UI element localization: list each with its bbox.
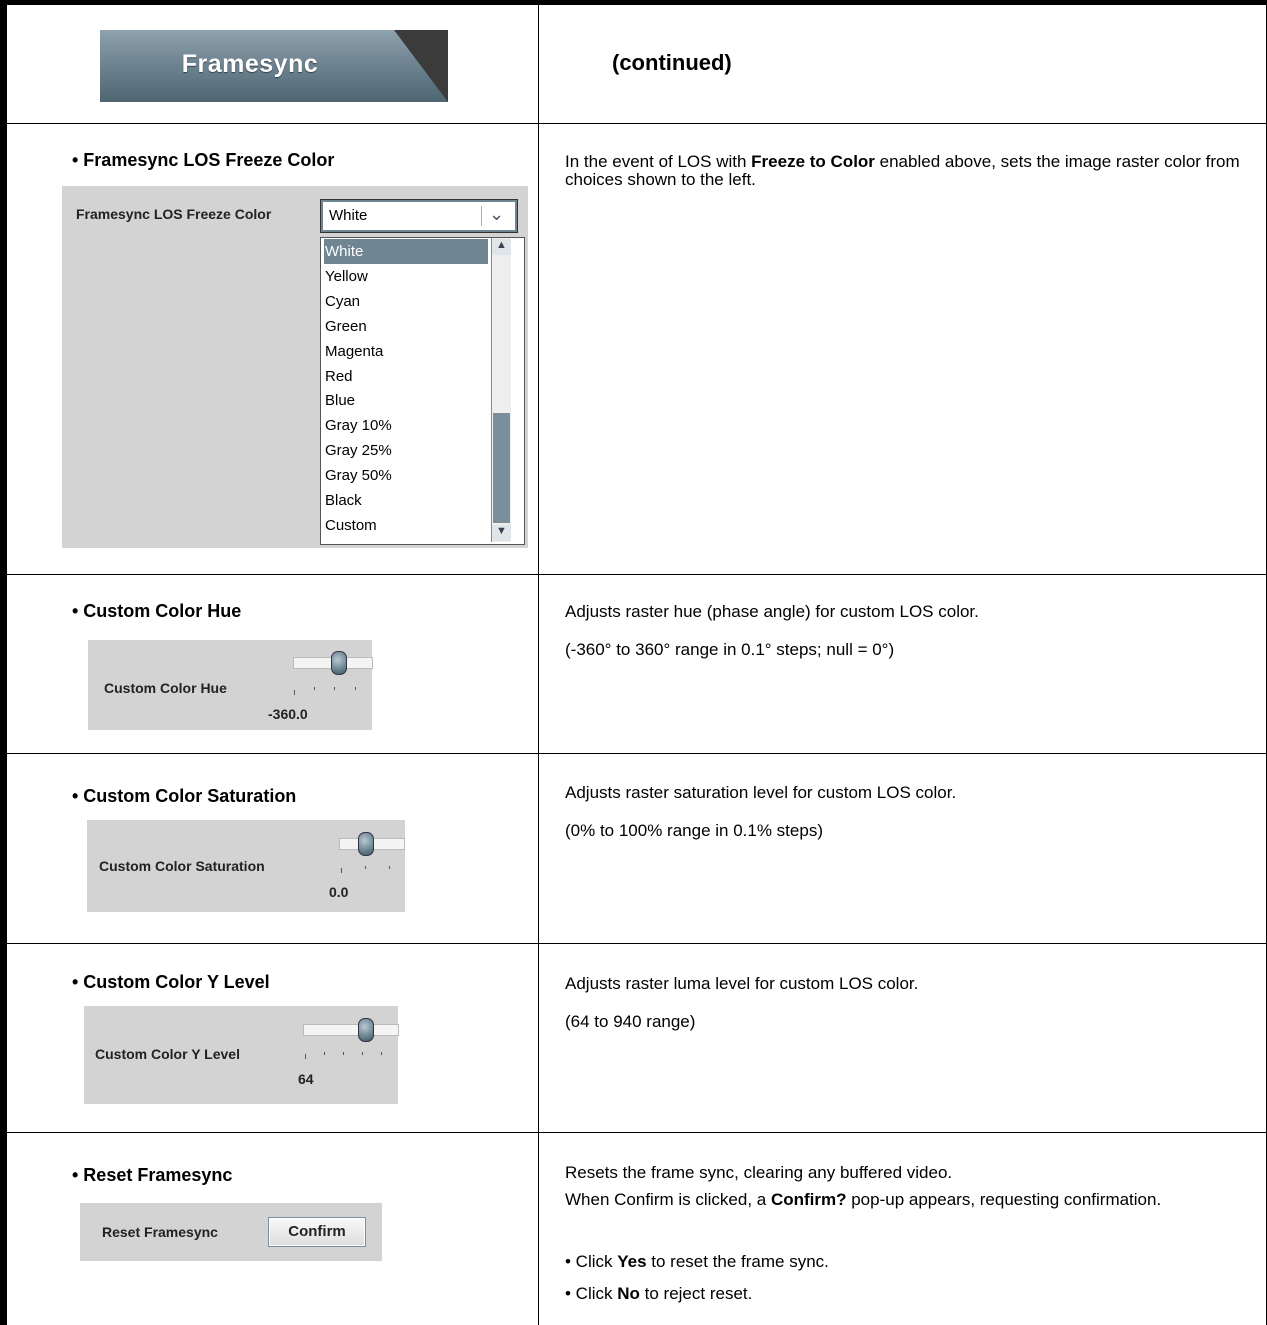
slider-tick — [355, 687, 356, 690]
slider-value: -360.0 — [268, 706, 308, 722]
bullet-item: • Click No to reject reset. — [565, 1285, 1255, 1303]
tab-corner — [394, 30, 448, 102]
desc-bold: Yes — [617, 1252, 647, 1271]
desc-text: • Click — [565, 1252, 618, 1271]
slider-tick — [362, 1052, 363, 1055]
slider-tick — [314, 687, 315, 690]
description: Adjusts raster hue (phase angle) for cus… — [565, 602, 979, 621]
section-heading: • Custom Color Y Level — [72, 972, 270, 992]
top-border — [0, 0, 1267, 5]
continued-label: (continued) — [612, 50, 732, 75]
control-label: Custom Color Saturation — [99, 858, 265, 874]
description: Adjusts raster luma level for custom LOS… — [565, 974, 919, 993]
slider-tick — [343, 1052, 344, 1055]
row-divider — [0, 753, 1267, 754]
scroll-thumb[interactable] — [493, 413, 510, 523]
select-divider — [481, 206, 482, 226]
description: Adjusts raster saturation level for cust… — [565, 783, 957, 802]
slider-tick — [334, 687, 335, 690]
row-divider — [0, 1132, 1267, 1133]
list-item[interactable]: Yellow — [324, 264, 368, 289]
list-item[interactable]: Gray 25% — [324, 438, 392, 463]
desc-text: pop-up appears, requesting confirmation. — [846, 1190, 1162, 1209]
desc-text: to reset the frame sync. — [646, 1252, 829, 1271]
framesync-tab[interactable]: Framesync — [100, 30, 448, 102]
description: In the event of LOS with Freeze to Color… — [565, 153, 1255, 189]
description: (-360° to 360° range in 0.1° steps; null… — [565, 640, 895, 659]
freeze-color-list[interactable]: White Yellow Cyan Green Magenta Red Blue… — [320, 237, 525, 545]
list-item[interactable]: Magenta — [324, 339, 383, 364]
chevron-down-icon[interactable]: ⌄ — [489, 204, 504, 225]
scroll-up-icon[interactable]: ▲ — [492, 239, 511, 255]
description: (64 to 940 range) — [565, 1012, 696, 1031]
slider-tick — [324, 1052, 325, 1055]
select-value: White — [329, 207, 368, 224]
slider-tick — [389, 866, 390, 869]
bullet-item: • Click Yes to reset the frame sync. — [565, 1253, 1255, 1271]
list-item[interactable]: Green — [324, 314, 367, 339]
y-level-slider-track[interactable] — [303, 1024, 399, 1036]
row-divider — [0, 123, 1267, 124]
section-heading: • Framesync LOS Freeze Color — [72, 150, 335, 170]
row-divider — [0, 943, 1267, 944]
slider-tick — [305, 1054, 306, 1059]
slider-tick — [341, 868, 342, 873]
list-item[interactable]: Gray 10% — [324, 413, 392, 438]
list-item[interactable]: Gray 50% — [324, 463, 392, 488]
scrollbar[interactable]: ▲ ▼ — [491, 238, 511, 542]
list-item[interactable]: Blue — [324, 388, 355, 413]
scroll-down-icon[interactable]: ▼ — [492, 525, 511, 541]
list-item[interactable]: Cyan — [324, 289, 360, 314]
list-item[interactable]: Custom — [324, 513, 377, 538]
confirm-button[interactable]: Confirm — [268, 1217, 366, 1247]
left-border — [0, 0, 7, 1325]
slider-value: 0.0 — [329, 884, 349, 900]
saturation-slider-knob[interactable] — [358, 832, 374, 856]
list-item[interactable]: White — [324, 239, 488, 264]
description: (0% to 100% range in 0.1% steps) — [565, 821, 823, 840]
slider-tick — [365, 866, 366, 869]
row-divider — [0, 574, 1267, 575]
desc-text: • Click — [565, 1284, 618, 1303]
desc-bold: Confirm? — [770, 1190, 847, 1209]
section-heading: • Custom Color Saturation — [72, 786, 297, 806]
desc-text: to reject reset. — [639, 1284, 753, 1303]
section-heading: • Custom Color Hue — [72, 601, 242, 621]
control-label: Custom Color Y Level — [95, 1046, 240, 1062]
description: Resets the frame sync, clearing any buff… — [565, 1163, 953, 1182]
freeze-color-select[interactable]: White ⌄ — [320, 199, 518, 233]
desc-bold: Freeze to Color — [751, 152, 875, 171]
slider-tick — [381, 1052, 382, 1055]
hue-slider-knob[interactable] — [331, 651, 347, 675]
column-divider — [538, 0, 539, 1325]
desc-text: When Confirm is clicked, a — [565, 1190, 771, 1209]
control-label: Framesync LOS Freeze Color — [76, 206, 272, 222]
section-heading: • Reset Framesync — [72, 1165, 233, 1185]
tab-label: Framesync — [181, 50, 319, 78]
control-label: Custom Color Hue — [104, 680, 227, 696]
desc-bold: No — [617, 1284, 640, 1303]
description: When Confirm is clicked, a Confirm? pop-… — [565, 1191, 1255, 1209]
desc-text: In the event of LOS with — [565, 152, 752, 171]
list-item[interactable]: Red — [324, 364, 353, 389]
list-item[interactable]: Black — [324, 488, 362, 513]
control-label: Reset Framesync — [102, 1224, 218, 1240]
y-level-slider-knob[interactable] — [358, 1018, 374, 1042]
slider-tick — [294, 690, 295, 695]
slider-value: 64 — [298, 1071, 314, 1087]
